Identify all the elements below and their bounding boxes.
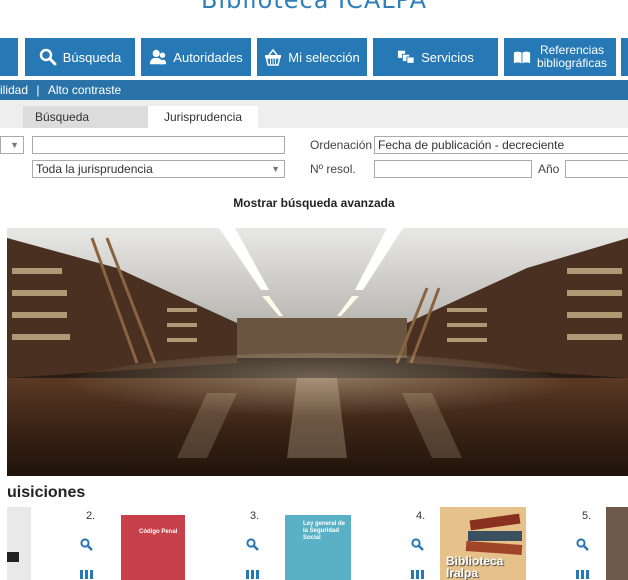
sort-label: Ordenación	[310, 138, 373, 152]
nav-authorities-button[interactable]: Autoridades	[141, 38, 251, 76]
chevron-down-icon: ▼	[271, 164, 280, 174]
basket-icon	[264, 48, 282, 66]
item-number: 3.	[250, 510, 260, 522]
nav-authorities-label: Autoridades	[173, 49, 243, 65]
tab-jurisprudence[interactable]: Jurisprudencia	[148, 106, 258, 128]
nav-services-label: Servicios	[421, 49, 474, 65]
open-book-icon	[513, 48, 531, 66]
nav-references-label: Referencias bibliográficas	[536, 43, 608, 70]
search-area: Búsqueda avanzada Jurisprudencia ▼ Toda …	[0, 100, 628, 218]
item-number: 4.	[416, 510, 426, 522]
search-icon[interactable]	[576, 538, 589, 556]
page: Biblioteca ICALPA Búsqueda Autoridades M…	[0, 0, 628, 580]
separator: |	[36, 83, 40, 97]
high-contrast-link[interactable]: Alto contraste	[48, 80, 121, 100]
nav-references-button[interactable]: Referencias bibliográficas	[504, 38, 616, 76]
field-select-partial[interactable]: ▼	[0, 136, 24, 154]
search-icon	[39, 48, 57, 66]
resolution-input[interactable]	[374, 160, 532, 178]
chevron-down-icon: ▼	[10, 140, 19, 150]
show-advanced-search-link[interactable]: Mostrar búsqueda avanzada	[0, 196, 628, 210]
services-icon	[397, 48, 415, 66]
shelf-icon[interactable]	[576, 566, 589, 580]
book-cover[interactable]: Ley general de la Seguridad Social	[285, 515, 351, 580]
accessibility-bar: ilidad | Alto contraste	[0, 80, 628, 100]
library-hero-image	[7, 228, 628, 476]
shelf-icon[interactable]	[246, 566, 259, 580]
nav-services-button[interactable]: Servicios	[373, 38, 498, 76]
book-cover[interactable]: Código Penal	[121, 515, 185, 580]
search-icon[interactable]	[411, 538, 424, 556]
item-number: 5.	[582, 510, 592, 522]
year-input[interactable]	[565, 160, 628, 178]
scope-select[interactable]: Toda la jurisprudencia ▼	[32, 160, 285, 178]
nav-button-partial-right[interactable]	[621, 38, 628, 76]
book-cover[interactable]	[606, 507, 628, 580]
nav-selection-button[interactable]: Mi selección	[257, 38, 367, 76]
resolution-label: Nº resol.	[310, 162, 356, 176]
book-cover[interactable]	[7, 507, 31, 580]
book-cover[interactable]: Biblioteca Iralpa	[440, 507, 526, 580]
search-icon[interactable]	[246, 538, 259, 556]
scope-select-value: Toda la jurisprudencia	[36, 162, 153, 176]
search-text-input[interactable]	[32, 136, 285, 154]
tab-advanced-search[interactable]: Búsqueda avanzada	[23, 106, 148, 146]
accessibility-link[interactable]: ilidad	[0, 80, 28, 100]
sort-select[interactable]: Fecha de publicación - decreciente	[374, 136, 628, 154]
nav-button-partial[interactable]	[0, 38, 18, 76]
nav-search-label: Búsqueda	[62, 49, 122, 65]
book-cover-title: Biblioteca Iralpa	[446, 554, 504, 580]
shelf-icon[interactable]	[411, 566, 424, 580]
users-icon	[149, 48, 167, 66]
search-icon[interactable]	[80, 538, 93, 556]
item-number: 2.	[86, 510, 96, 522]
main-nav: Búsqueda Autoridades Mi selección Servic…	[0, 38, 628, 76]
nav-search-button[interactable]: Búsqueda	[25, 38, 135, 76]
nav-selection-label: Mi selección	[288, 49, 360, 65]
site-title: Biblioteca ICALPA	[200, 0, 428, 14]
shelf-icon[interactable]	[80, 566, 93, 580]
book-cover-title: Ley general de la Seguridad Social	[303, 521, 346, 541]
search-panel: ▼ Toda la jurisprudencia ▼ Ordenación Fe…	[0, 128, 628, 218]
book-cover-title: Código Penal	[139, 529, 178, 535]
acquisitions-title: uisiciones	[7, 484, 86, 501]
year-label: Año	[538, 162, 560, 176]
